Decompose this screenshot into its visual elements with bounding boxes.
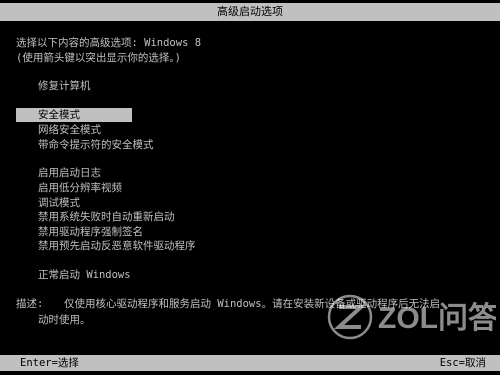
window-title: 高级启动选项 (217, 5, 283, 18)
watermark-text: ZOL问答 (378, 302, 496, 335)
footer-bar: Enter=选择 Esc=取消 (0, 355, 500, 371)
menu-item-enable-low-resolution-video[interactable]: 启用低分辨率视频 (38, 181, 122, 195)
window-title-bar: 高级启动选项 (0, 3, 500, 21)
prompt-line-hint: (使用箭头键以突出显示你的选择。) (16, 52, 181, 64)
menu-item-disable-early-antimalware[interactable]: 禁用预先启动反恶意软件驱动程序 (38, 239, 196, 253)
menu-item-disable-driver-signature[interactable]: 禁用驱动程序强制签名 (38, 225, 143, 239)
menu-item-safe-mode-command-prompt[interactable]: 带命令提示符的安全模式 (38, 138, 154, 152)
menu-item-repair-computer[interactable]: 修复计算机 (38, 79, 91, 93)
description-text-line2: 动时使用。 (38, 314, 91, 326)
menu-item-safe-mode-networking[interactable]: 网络安全模式 (38, 123, 101, 137)
zol-watermark-logo: ZOL问答 (327, 294, 496, 340)
menu-item-enable-boot-logging[interactable]: 启用启动日志 (38, 166, 101, 180)
menu-item-safe-mode[interactable]: 安全模式 (16, 108, 132, 122)
description-label: 描述: (16, 298, 44, 310)
menu-item-debugging-mode[interactable]: 调试模式 (38, 196, 80, 210)
menu-item-disable-auto-restart[interactable]: 禁用系统失败时自动重新启动 (38, 210, 175, 224)
prompt-line-os: 选择以下内容的高级选项: Windows 8 (16, 37, 202, 49)
menu-item-start-windows-normally[interactable]: 正常启动 Windows (38, 268, 131, 282)
footer-enter-hint: Enter=选择 (20, 357, 79, 369)
footer-esc-hint: Esc=取消 (439, 357, 486, 369)
